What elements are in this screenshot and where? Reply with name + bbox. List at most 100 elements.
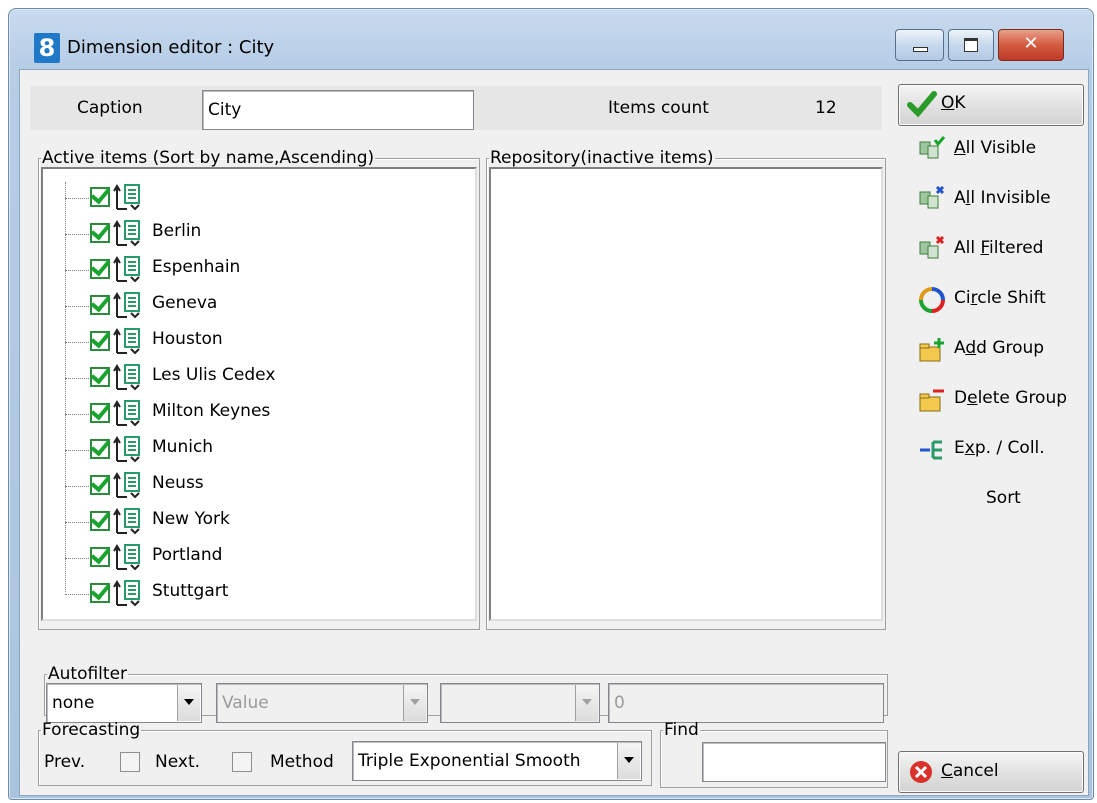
tree-branch-line xyxy=(65,486,91,487)
caption-input[interactable]: City xyxy=(202,90,474,130)
tree-item-label: Geneva xyxy=(152,293,218,313)
autofilter-field-select[interactable]: Value xyxy=(216,683,428,723)
tree-branch-line xyxy=(65,594,91,595)
prev-label: Prev. xyxy=(44,752,86,772)
item-checkbox[interactable] xyxy=(90,367,110,387)
ok-rest: K xyxy=(954,93,966,113)
active-items-title: Active items (Sort by name,Ascending) xyxy=(42,148,375,168)
all-invisible-rest: l Invisible xyxy=(970,188,1051,208)
dimension-item-icon xyxy=(113,292,140,319)
tree-branch-line xyxy=(65,270,91,271)
all-filtered-pre: All xyxy=(954,238,981,258)
expand-collapse-icon xyxy=(920,440,942,460)
cancel-accel: C xyxy=(941,761,953,781)
tree-branch-line xyxy=(65,234,91,235)
minimize-icon xyxy=(896,30,943,60)
item-checkbox[interactable] xyxy=(90,259,110,279)
cancel-icon xyxy=(910,761,932,783)
tree-item-label: Les Ulis Cedex xyxy=(152,365,276,385)
tree-item-label: Portland xyxy=(152,545,223,565)
add-group-rest: d Group xyxy=(976,338,1045,358)
all-visible-icon xyxy=(919,136,946,159)
tree-item-label: Berlin xyxy=(152,221,202,241)
active-items-tree[interactable]: Berlin Espenhain Geneva Houston Les Ulis Ced… xyxy=(41,167,477,621)
dimension-item-icon xyxy=(113,184,140,211)
tree-item-label: Neuss xyxy=(152,473,204,493)
tree-connector-line xyxy=(65,182,66,592)
method-label: Method xyxy=(270,752,334,772)
method-select[interactable]: Triple Exponential Smooth xyxy=(352,741,642,781)
checkmark-icon xyxy=(907,91,937,118)
close-icon: ✕ xyxy=(1023,33,1039,54)
sort-label: Sort xyxy=(986,488,1021,508)
items-count-value: 12 xyxy=(815,98,837,118)
tree-item-label: Espenhain xyxy=(152,257,241,277)
tree-item-label: Milton Keynes xyxy=(152,401,271,421)
minimize-button[interactable] xyxy=(895,29,944,61)
all-visible-rest: ll Visible xyxy=(965,138,1037,158)
item-checkbox[interactable] xyxy=(90,439,110,459)
find-input[interactable] xyxy=(702,742,886,782)
exp-coll-pre: E xyxy=(954,438,965,458)
title-bar[interactable]: 8 Dimension editor : City ✕ xyxy=(9,9,1093,63)
item-checkbox[interactable] xyxy=(90,511,110,531)
method-value: Triple Exponential Smooth xyxy=(358,751,581,771)
cancel-button[interactable]: Cancel xyxy=(898,751,1084,793)
tree-item-label: New York xyxy=(152,509,230,529)
window-title: Dimension editor : City xyxy=(67,37,275,58)
item-checkbox[interactable] xyxy=(90,187,110,207)
prev-checkbox[interactable] xyxy=(120,752,140,772)
item-checkbox[interactable] xyxy=(90,295,110,315)
dimension-item-icon xyxy=(113,364,140,391)
all-invisible-icon xyxy=(919,186,945,209)
all-visible-accel: A xyxy=(954,138,966,158)
app-icon: 8 xyxy=(34,33,60,63)
autofilter-field-value: Value xyxy=(222,693,269,713)
chevron-down-icon[interactable] xyxy=(403,685,426,721)
dimension-item-icon xyxy=(113,580,140,607)
exp-coll-rest: p. / Coll. xyxy=(974,438,1045,458)
autofilter-operator-select[interactable] xyxy=(440,683,600,723)
dimension-item-icon xyxy=(113,508,140,535)
ok-button[interactable]: OK xyxy=(898,84,1084,126)
exp-coll-accel: x xyxy=(964,438,975,458)
item-checkbox[interactable] xyxy=(90,547,110,567)
caption-label: Caption xyxy=(77,98,143,118)
item-checkbox[interactable] xyxy=(90,331,110,351)
maximize-button[interactable] xyxy=(948,29,994,61)
next-checkbox[interactable] xyxy=(232,752,252,772)
tree-item-label: Munich xyxy=(152,437,214,457)
find-title: Find xyxy=(664,720,699,740)
item-checkbox[interactable] xyxy=(90,403,110,423)
all-invisible-pre: A xyxy=(954,188,966,208)
tree-branch-line xyxy=(65,450,91,451)
add-group-accel: d xyxy=(965,338,977,358)
delete-group-accel: e xyxy=(967,388,978,408)
ok-accel: O xyxy=(941,93,955,113)
add-group-pre: A xyxy=(954,338,966,358)
all-filtered-rest: iltered xyxy=(989,238,1044,258)
chevron-down-icon[interactable] xyxy=(617,743,640,779)
close-button[interactable]: ✕ xyxy=(998,29,1064,61)
items-count-label: Items count xyxy=(608,98,709,118)
repository-list[interactable] xyxy=(489,167,883,621)
autofilter-value-input[interactable]: 0 xyxy=(608,683,884,723)
autofilter-title: Autofilter xyxy=(48,664,128,684)
item-checkbox[interactable] xyxy=(90,583,110,603)
delete-group-rest: lete Group xyxy=(977,388,1068,408)
delete-folder-icon xyxy=(919,389,944,412)
next-label: Next. xyxy=(155,752,201,772)
chevron-down-icon[interactable] xyxy=(177,685,200,721)
dimension-item-icon xyxy=(113,544,140,571)
autofilter-mode-value: none xyxy=(52,693,95,713)
tree-item-label: Houston xyxy=(152,329,223,349)
item-checkbox[interactable] xyxy=(90,475,110,495)
dimension-item-icon xyxy=(113,436,140,463)
circle-shift-pre: Ci xyxy=(954,288,971,308)
autofilter-mode-select[interactable]: none xyxy=(46,683,202,723)
repository-title: Repository(inactive items) xyxy=(490,148,714,168)
add-folder-icon xyxy=(919,338,944,362)
all-filtered-icon xyxy=(919,236,945,259)
item-checkbox[interactable] xyxy=(90,223,110,243)
chevron-down-icon[interactable] xyxy=(575,685,598,721)
